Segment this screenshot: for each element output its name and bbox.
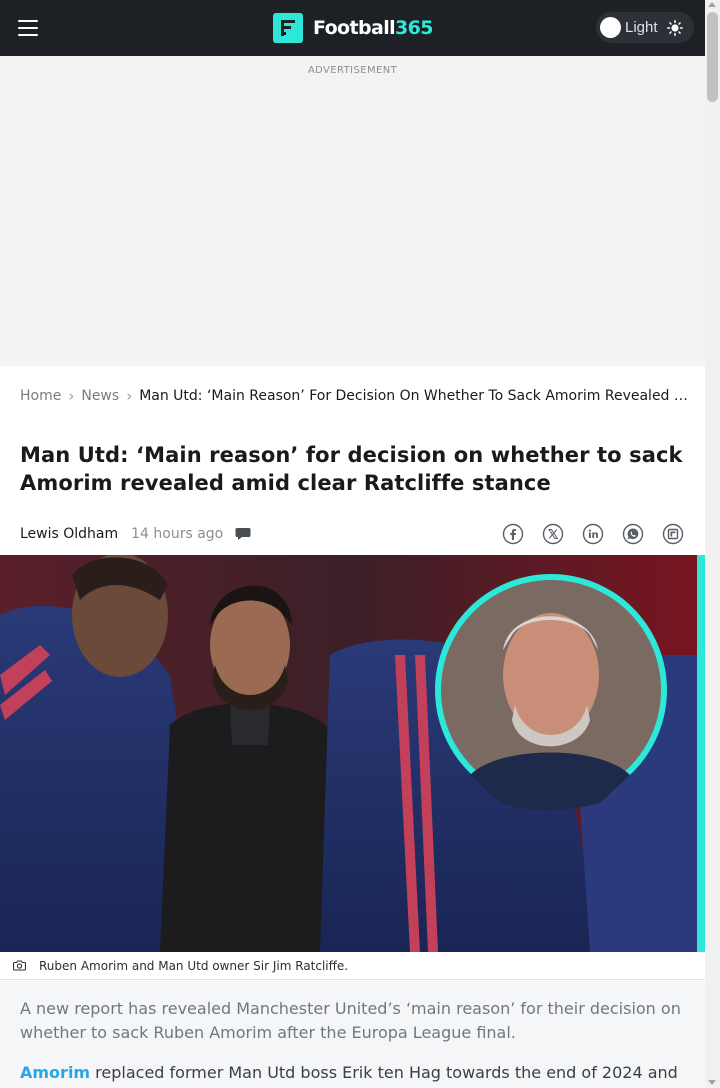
site-logo[interactable]: Football365 bbox=[273, 13, 434, 43]
share-buttons bbox=[502, 523, 702, 545]
scrollbar-thumb[interactable] bbox=[707, 12, 718, 102]
menu-icon[interactable] bbox=[18, 20, 38, 36]
breadcrumb-home[interactable]: Home bbox=[20, 388, 61, 404]
sun-icon bbox=[666, 19, 683, 36]
whatsapp-icon[interactable] bbox=[622, 523, 644, 545]
theme-toggle[interactable]: Light bbox=[596, 12, 694, 43]
linkedin-icon[interactable] bbox=[582, 523, 604, 545]
publish-time: 14 hours ago bbox=[131, 526, 224, 542]
scrollbar[interactable] bbox=[705, 0, 720, 1088]
article-paragraph: Amorim replaced former Man Utd boss Erik… bbox=[20, 1061, 700, 1085]
breadcrumb: Home › News › Man Utd: ‘Main Reason’ For… bbox=[20, 386, 690, 406]
breadcrumb-news[interactable]: News bbox=[81, 388, 119, 404]
article-lead: A new report has revealed Manchester Uni… bbox=[20, 999, 681, 1042]
image-caption: Ruben Amorim and Man Utd owner Sir Jim R… bbox=[39, 958, 349, 973]
comment-icon[interactable] bbox=[235, 527, 251, 541]
flipboard-icon[interactable] bbox=[662, 523, 684, 545]
image-caption-bar: Ruben Amorim and Man Utd owner Sir Jim R… bbox=[0, 952, 705, 980]
toggle-knob bbox=[600, 17, 621, 38]
article-title: Man Utd: ‘Main reason’ for decision on w… bbox=[20, 443, 683, 495]
logo-text: Football365 bbox=[313, 17, 434, 39]
theme-label: Light bbox=[625, 19, 658, 36]
paragraph-text: replaced former Man Utd boss Erik ten Ha… bbox=[90, 1063, 678, 1082]
article-hero-image bbox=[0, 555, 705, 952]
logo-mark-icon bbox=[273, 13, 303, 43]
breadcrumb-current: Man Utd: ‘Main Reason’ For Decision On W… bbox=[139, 388, 690, 404]
scroll-up-arrow-icon[interactable] bbox=[708, 2, 716, 7]
chevron-right-icon: › bbox=[126, 387, 133, 405]
scroll-down-arrow-icon[interactable] bbox=[708, 1080, 716, 1085]
advertisement-slot: ADVERTISEMENT bbox=[0, 56, 705, 366]
byline: Lewis Oldham 14 hours ago bbox=[20, 524, 251, 544]
x-icon[interactable] bbox=[542, 523, 564, 545]
chevron-right-icon: › bbox=[68, 387, 75, 405]
site-header: Football365 Light bbox=[0, 0, 705, 56]
author-link[interactable]: Lewis Oldham bbox=[20, 526, 118, 542]
amorim-link[interactable]: Amorim bbox=[20, 1063, 90, 1082]
ad-label: ADVERTISEMENT bbox=[307, 65, 398, 76]
facebook-icon[interactable] bbox=[502, 523, 524, 545]
camera-icon bbox=[13, 960, 26, 971]
